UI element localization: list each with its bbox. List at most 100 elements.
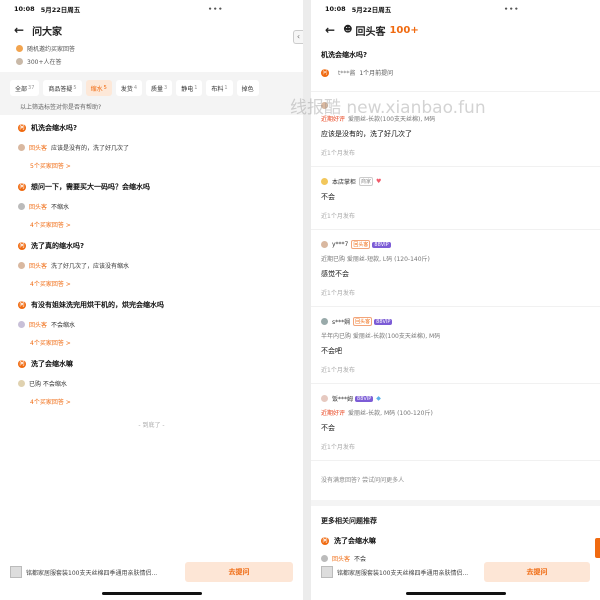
answer-text: 不会吧 xyxy=(321,347,342,355)
page-header: ← 问大家 xyxy=(0,18,303,42)
avatar xyxy=(18,144,25,151)
question-title: 洗了真的缩水吗? xyxy=(31,242,85,250)
answer-time: 近1个月发布 xyxy=(321,367,355,374)
collapse-arrow-icon[interactable]: ‹ xyxy=(293,30,303,44)
more-answers-link[interactable]: 4个买家回答 > xyxy=(18,220,285,229)
tab-fading[interactable]: 掉色 xyxy=(236,80,259,96)
avatar xyxy=(321,102,328,109)
end-marker: - 到底了 - xyxy=(138,422,165,429)
filter-hint[interactable]: 以上筛选标签对你是否有帮助? xyxy=(0,98,303,115)
answerer-name: 饭***姆 xyxy=(332,396,354,403)
count-badge: 100+ xyxy=(389,24,419,36)
returning-tag: 回头客 xyxy=(29,263,48,270)
side-tab[interactable] xyxy=(595,538,600,558)
more-answers-link[interactable]: 4个买家回答 > xyxy=(18,279,285,288)
asker-time: 1个月前提问 xyxy=(359,70,394,77)
question-title: 洗了会缩水嘛 xyxy=(31,360,73,368)
back-arrow-icon[interactable]: ← xyxy=(325,23,335,37)
vip-tag: 88VIP xyxy=(374,318,393,325)
answerer-name: y***7 xyxy=(332,241,349,248)
question-title: 洗了会缩水嘛 xyxy=(334,537,376,545)
question-item[interactable]: 问洗了会缩水嘛 已购 不会缩水 4个买家回答 > xyxy=(0,351,303,410)
avatar xyxy=(18,321,25,328)
filter-tabs: 全部 37 商品答疑 5 缩水 5 发货 4 质量 3 静电 1 布料 1 掉色 xyxy=(0,72,303,98)
home-indicator[interactable] xyxy=(101,592,202,595)
question-badge-icon: 问 xyxy=(18,242,26,250)
question-badge-icon: 问 xyxy=(18,124,26,132)
question-item[interactable]: 问洗了真的缩水吗? 回头客 洗了好几次了，应该没有缩水 4个买家回答 > xyxy=(0,233,303,292)
product-thumbnail[interactable] xyxy=(321,566,333,578)
answerer-name: 本店掌柜 xyxy=(332,179,357,186)
purchase-info: 半年内已购 爱丽丝-长款(100支天丝棉), M码 xyxy=(321,333,441,340)
question-title: 想问一下，需要买大一码吗？会缩水吗 xyxy=(31,183,150,191)
more-answers-link[interactable]: 4个买家回答 > xyxy=(18,397,285,406)
ask-more-link[interactable]: 没有满意回答? 尝试问问更多人 xyxy=(311,460,600,500)
status-bar: 10:08 5月22日周五 ••• xyxy=(0,0,303,18)
avatar xyxy=(321,241,328,248)
avatar xyxy=(321,178,328,185)
question-title: 有没有姐妹洗完用烘干机的，烘完会缩水吗 xyxy=(31,301,164,309)
tab-fabric[interactable]: 布料 1 xyxy=(206,80,233,96)
question-title: 机洗会缩水吗? xyxy=(31,124,78,132)
recommended-question[interactable]: 问洗了会缩水嘛 回头客 不会 xyxy=(311,536,600,563)
ask-question-button[interactable]: 去提问 xyxy=(185,562,293,582)
returning-tag: 回头客 xyxy=(29,322,48,329)
answer-item[interactable]: 本店掌柜 商家 ♥ 不会 近1个月发布 xyxy=(311,166,600,220)
more-answers-link[interactable]: 5个买家回答 > xyxy=(18,161,285,170)
vip-tag: 88VIP xyxy=(355,395,374,402)
recent-review-flag: 近期好评 xyxy=(321,116,346,123)
bottom-bar: 铭都家居服套装100支天丝棉四季通用亲肤情侣... 去提问 xyxy=(311,560,600,584)
product-thumbnail[interactable] xyxy=(10,566,22,578)
avatar xyxy=(321,395,328,402)
returning-tag: 回头客 xyxy=(29,204,48,211)
answer-time: 近1个月发布 xyxy=(321,290,355,297)
diamond-icon: ◆ xyxy=(376,395,381,402)
avatar xyxy=(18,203,25,210)
invite-line: 随机邀约买家回答 xyxy=(0,42,303,55)
invite-text: 随机邀约买家回答 xyxy=(27,46,76,53)
answer-time: 近1个月发布 xyxy=(321,213,355,220)
recent-review-flag: 近期好评 xyxy=(321,410,346,417)
more-recommendations-heading: 更多相关问题推荐 xyxy=(311,500,600,536)
answer-item[interactable]: 近期好评 爱丽丝-长款(100支天丝棉), M码 应该是没有的，洗了好几次了 近1… xyxy=(311,91,600,157)
answer-time: 近1个月发布 xyxy=(321,150,355,157)
question-badge-icon: 问 xyxy=(18,360,26,368)
back-arrow-icon[interactable]: ← xyxy=(14,23,24,37)
question-item[interactable]: 问有没有姐妹洗完用烘干机的，烘完会缩水吗 回头客 不会缩水 4个买家回答 > xyxy=(0,292,303,351)
returning-tag: 回头客 xyxy=(353,317,373,326)
answer-text: 已购 不会缩水 xyxy=(29,381,67,388)
asker-line: 问 t***酱 1个月前提问 xyxy=(311,60,600,77)
answer-text: 不会 xyxy=(321,193,335,201)
answer-item[interactable]: y***7 回头客 88VIP 近期已购 爱丽丝-短款, L码 (120-140斤)… xyxy=(311,229,600,297)
question-item[interactable]: 问机洗会缩水吗? 回头客 应该是没有的，洗了好几次了 5个买家回答 > xyxy=(0,115,303,174)
question-badge-icon: 问 xyxy=(321,537,329,545)
ask-question-button[interactable]: 去提问 xyxy=(484,562,590,582)
product-name[interactable]: 铭都家居服套装100支天丝棉四季通用亲肤情侣... xyxy=(26,568,185,577)
returning-tag: 回头客 xyxy=(351,240,371,249)
answer-time: 近1个月发布 xyxy=(321,444,355,451)
product-name[interactable]: 铭都家居服套装100支天丝棉四季通用亲肤情侣... xyxy=(337,568,484,577)
answer-item[interactable]: s***娴 回头客 88VIP 半年内已购 爱丽丝-长款(100支天丝棉), M码 … xyxy=(311,306,600,374)
vip-tag: 88VIP xyxy=(372,241,391,248)
question-badge-icon: 问 xyxy=(321,68,329,77)
answer-item[interactable]: 饭***姆 88VIP ◆ 近期好评 爱丽丝-长款, M码 (100-120斤) 不会… xyxy=(311,383,600,451)
answer-text: 不缩水 xyxy=(51,204,70,211)
more-answers-link[interactable]: 4个买家回答 > xyxy=(18,338,285,347)
page-title: 回头客 xyxy=(355,26,386,38)
question-badge-icon: 问 xyxy=(18,301,26,309)
tab-all[interactable]: 全部 37 xyxy=(10,80,40,96)
status-time: 10:08 xyxy=(325,5,346,13)
tab-shipping[interactable]: 发货 4 xyxy=(115,80,142,96)
answer-text: 不会 xyxy=(321,424,335,432)
bottom-bar: 铭都家居服套装100支天丝棉四季通用亲肤情侣... 去提问 xyxy=(0,560,303,584)
merchant-tag: 商家 xyxy=(359,177,374,186)
tab-static[interactable]: 静电 1 xyxy=(176,80,203,96)
purchase-info: 近期已购 爱丽丝-短款, L码 (120-140斤) xyxy=(321,256,430,263)
tab-quality[interactable]: 质量 3 xyxy=(146,80,173,96)
home-indicator[interactable] xyxy=(405,592,506,595)
question-badge-icon: 问 xyxy=(18,183,26,191)
question-item[interactable]: 问想问一下，需要买大一码吗？会缩水吗 回头客 不缩水 4个买家回答 > xyxy=(0,174,303,233)
tab-shrink[interactable]: 缩水 5 xyxy=(85,80,112,96)
tab-product-qa[interactable]: 商品答疑 5 xyxy=(43,80,82,96)
answer-text: 应该是没有的，洗了好几次了 xyxy=(321,130,412,138)
